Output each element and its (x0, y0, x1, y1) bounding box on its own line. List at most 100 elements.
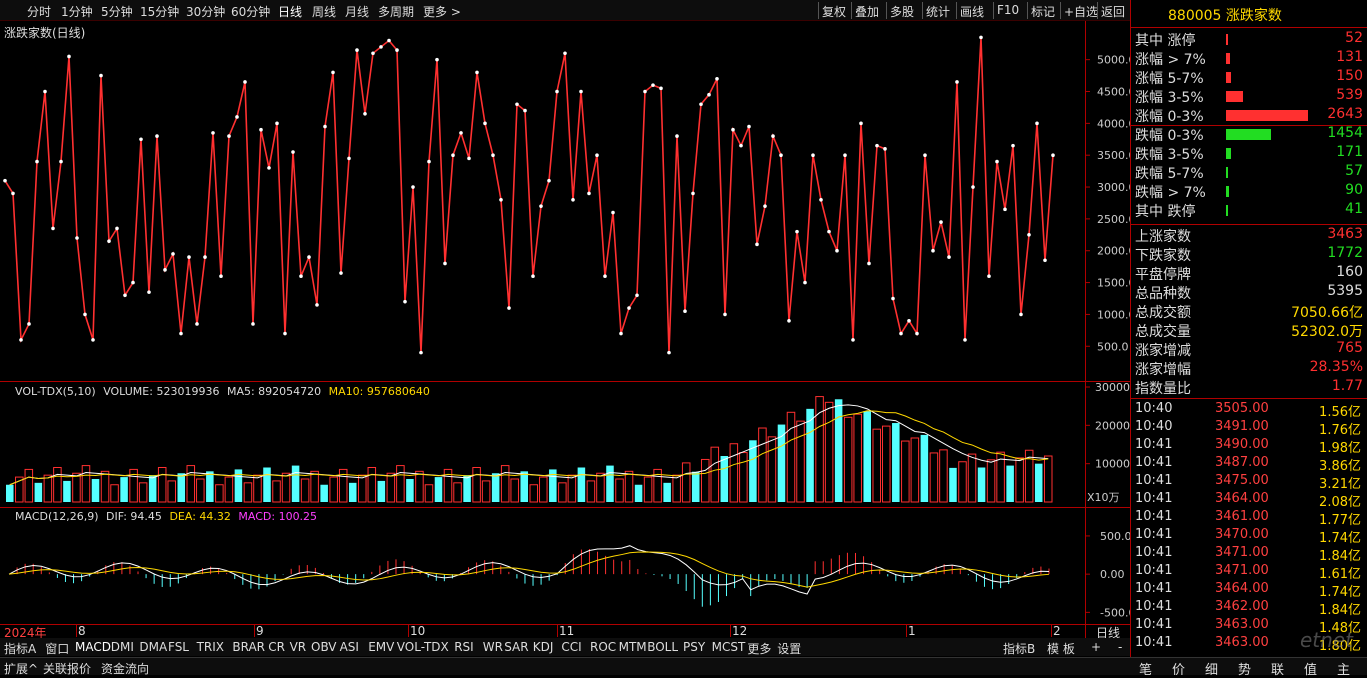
breadth-value: 539 (1336, 87, 1363, 103)
breadth-line-chart[interactable]: 5000.0 4500.0 4000.0 3500.0 3000.0 2500.0 2000… (0, 21, 1130, 381)
indicator-tab-18[interactable]: CCI (561, 640, 581, 654)
period-tab-2[interactable]: 5分钟 (101, 3, 133, 20)
period-tab-0[interactable]: 分时 (27, 3, 51, 20)
indicator-tab-13[interactable]: VOL-TDX (397, 640, 449, 654)
indicator-tab-20[interactable]: MTM (619, 640, 647, 654)
period-tab-6[interactable]: 日线 (278, 3, 302, 20)
indicator-tab-23[interactable]: MCST (712, 640, 746, 654)
period-tab-9[interactable]: 多周期 (378, 3, 414, 20)
right-tab-2[interactable]: 细 (1205, 659, 1218, 678)
breadth-bar (1226, 205, 1228, 216)
period-tab-8[interactable]: 月线 (345, 3, 369, 20)
indicator-tab-2[interactable]: MACD (75, 640, 111, 654)
y-tick-label: 2000.0 (1097, 245, 1130, 258)
right-tab-4[interactable]: 联 (1271, 659, 1284, 678)
right-tab-3[interactable]: 势 (1238, 659, 1251, 678)
indicator-tab-3[interactable]: DMI (111, 640, 134, 654)
period-tab-1[interactable]: 1分钟 (61, 3, 93, 20)
tool-button-7[interactable]: +自选 (1064, 3, 1098, 20)
vol-bar (606, 465, 614, 502)
volume-chart[interactable]: 30000 20000 10000 X10万 (0, 382, 1130, 507)
breadth-point (379, 45, 383, 49)
breadth-label: 跌幅 > 7% (1135, 185, 1206, 201)
indicator-tab-4[interactable]: DMA (139, 640, 167, 654)
indicator-tab-12[interactable]: EMV (368, 640, 394, 654)
tick-price: 3463.00 (1215, 617, 1269, 632)
indicator-tab-15[interactable]: WR (483, 640, 503, 654)
indicator-right-tab-0[interactable]: 指标B (1003, 640, 1035, 657)
toolbar-separator (1027, 2, 1028, 19)
tool-button-6[interactable]: 标记 (1031, 3, 1055, 20)
breadth-row: 涨幅 3-5% 539 (1135, 87, 1365, 106)
indicator-tab-24[interactable]: 更多 (747, 640, 771, 657)
indicator-tab-19[interactable]: ROC (590, 640, 616, 654)
vol-bar (320, 484, 328, 502)
indicator-tab-0[interactable]: 指标A (4, 640, 36, 657)
indicator-tab-22[interactable]: PSY (683, 640, 705, 654)
breadth-value: 2643 (1327, 106, 1363, 122)
period-tab-3[interactable]: 15分钟 (140, 3, 179, 20)
tick-price: 3464.00 (1215, 491, 1269, 506)
tool-button-0[interactable]: 复权 (822, 3, 846, 20)
indicator-tab-9[interactable]: VR (290, 640, 307, 654)
right-tab-5[interactable]: 值 (1304, 659, 1317, 678)
indicator-tab-17[interactable]: KDJ (533, 640, 554, 654)
breadth-point (987, 274, 991, 279)
tool-button-1[interactable]: 叠加 (855, 3, 879, 20)
breadth-divider (1131, 125, 1367, 126)
period-tab-4[interactable]: 30分钟 (186, 3, 225, 20)
breadth-point (771, 134, 775, 138)
breadth-value: 57 (1345, 163, 1363, 179)
period-tab-10[interactable]: 更多 > (423, 3, 461, 20)
breadth-point (363, 111, 367, 116)
indicator-tab-6[interactable]: TRIX (197, 640, 224, 654)
indicator-tab-11[interactable]: ASI (340, 640, 359, 654)
tick-row: 10:41 3487.00 3.86亿 (1135, 455, 1365, 474)
indicator-tab-25[interactable]: 设置 (777, 640, 801, 657)
vol-bar (739, 452, 748, 503)
indicator-right-tab-3[interactable]: - (1118, 640, 1122, 654)
tool-button-3[interactable]: 统计 (926, 3, 950, 20)
vol-bar (567, 474, 577, 503)
indicator-right-tab-2[interactable]: + (1091, 640, 1101, 654)
breadth-point (635, 293, 639, 298)
vol-bar (853, 413, 862, 503)
date-axis-tick (1051, 624, 1052, 637)
right-tab-0[interactable]: 笔 (1139, 659, 1152, 678)
breadth-point (963, 338, 967, 342)
right-tab-1[interactable]: 价 (1172, 659, 1185, 678)
breadth-value: 131 (1336, 49, 1363, 65)
breadth-point (131, 280, 135, 285)
breadth-point (739, 143, 743, 148)
vol-bar (386, 472, 396, 503)
security-header: 880005 涨跌家数 (1131, 0, 1367, 28)
indicator-tab-1[interactable]: 窗口 (45, 640, 69, 657)
tool-button-5[interactable]: F10 (997, 3, 1019, 17)
macd-chart[interactable]: 500.0 0.00 -500.0 (0, 508, 1130, 624)
breadth-point (659, 86, 663, 91)
breadth-label: 跌幅 0-3% (1135, 128, 1204, 144)
breadth-point (235, 115, 239, 119)
tool-button-2[interactable]: 多股 (890, 3, 914, 20)
indicator-tab-5[interactable]: FSL (168, 640, 189, 654)
indicator-tab-7[interactable]: BRAR (232, 640, 265, 654)
status-item-2[interactable]: 资金流向 (101, 660, 149, 677)
period-tab-5[interactable]: 60分钟 (231, 3, 270, 20)
right-tab-6[interactable]: 主 (1337, 659, 1350, 678)
status-item-0[interactable]: 扩展^ (4, 660, 38, 677)
status-item-1[interactable]: 关联报价 (43, 660, 91, 677)
indicator-tab-21[interactable]: BOLL (647, 640, 678, 654)
indicator-right-tab-1[interactable]: 模 板 (1047, 640, 1075, 657)
tool-button-8[interactable]: 返回 (1101, 3, 1125, 20)
indicator-tab-10[interactable]: OBV (311, 640, 337, 654)
breadth-point (867, 261, 871, 266)
period-tab-7[interactable]: 周线 (312, 3, 336, 20)
vol-bar (63, 480, 71, 502)
stats-divider (1131, 224, 1367, 225)
tool-button-4[interactable]: 画线 (960, 3, 984, 20)
breadth-point (475, 70, 479, 75)
indicator-tab-8[interactable]: CR (268, 640, 285, 654)
vol-bar (596, 472, 605, 503)
indicator-tab-16[interactable]: SAR (504, 640, 528, 654)
indicator-tab-14[interactable]: RSI (454, 640, 474, 654)
